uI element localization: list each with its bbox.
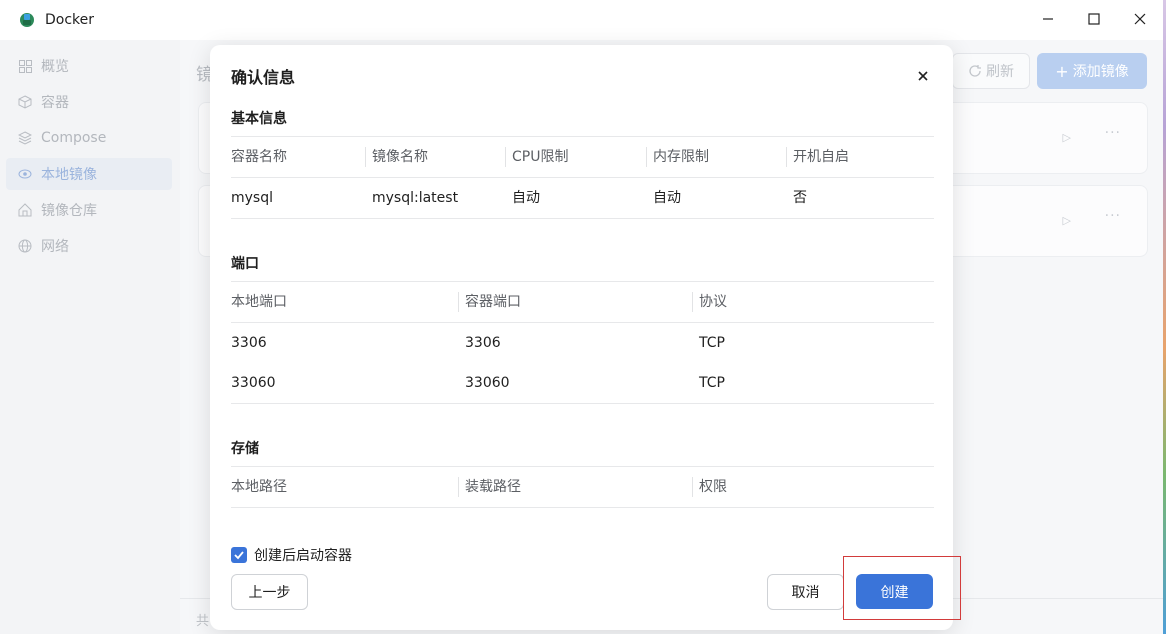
storage-table: 本地路径 装载路径 权限	[231, 466, 934, 508]
close-icon	[918, 71, 928, 81]
play-icon[interactable]: ▷	[1063, 214, 1071, 227]
sidebar: 概览 容器 Compose 本地镜像 镜像仓库 网络	[0, 40, 180, 634]
start-after-create-option[interactable]: 创建后启动容器	[231, 545, 352, 565]
table-cell: 自动	[653, 190, 681, 206]
sidebar-item-image-registry[interactable]: 镜像仓库	[6, 194, 172, 226]
docker-app-icon	[20, 13, 34, 27]
globe-icon	[18, 239, 32, 253]
maximize-icon	[1088, 13, 1100, 25]
refresh-label: 刷新	[986, 64, 1014, 80]
eye-icon	[18, 167, 32, 181]
table-header-row: 本地路径 装载路径 权限	[231, 466, 934, 508]
table-row: 3306 3306 TCP	[231, 323, 934, 363]
sidebar-item-label: Compose	[41, 130, 107, 146]
window-title: Docker	[45, 12, 95, 28]
minimize-button[interactable]	[1033, 6, 1063, 32]
sidebar-item-label: 本地镜像	[41, 167, 97, 183]
table-cell: mysql:latest	[372, 190, 459, 206]
layers-icon	[18, 131, 32, 145]
add-image-label: 添加镜像	[1072, 64, 1129, 80]
table-cell: mysql	[231, 190, 273, 206]
grid-icon	[18, 59, 32, 73]
close-window-button[interactable]	[1125, 6, 1155, 32]
table-header: 协议	[692, 282, 727, 322]
maximize-button[interactable]	[1079, 6, 1109, 32]
plus-icon: +	[1055, 61, 1069, 81]
refresh-icon	[969, 65, 981, 77]
basic-info-table: 容器名称 镜像名称 CPU限制 内存限制 开机自启 mysql mysql:la…	[231, 136, 934, 219]
sidebar-item-containers[interactable]: 容器	[6, 86, 172, 118]
footer-count: 共	[196, 614, 210, 629]
table-header: 容器名称	[231, 149, 287, 165]
ports-table: 本地端口 容器端口 协议 3306 3306 TCP 33060 33060 T…	[231, 281, 934, 404]
cube-icon	[18, 95, 32, 109]
sidebar-item-overview[interactable]: 概览	[6, 50, 172, 82]
table-header: 本地端口	[231, 294, 287, 310]
sidebar-item-label: 容器	[41, 95, 69, 111]
table-cell: TCP	[699, 375, 725, 391]
title-bar: Docker	[0, 0, 1163, 40]
table-header: 镜像名称	[365, 137, 428, 177]
check-icon	[234, 551, 244, 560]
minimize-icon	[1043, 18, 1053, 20]
section-title-storage: 存储	[231, 441, 259, 457]
more-icon[interactable]: ···	[1105, 208, 1121, 224]
previous-step-button[interactable]: 上一步	[231, 574, 308, 610]
table-header-row: 本地端口 容器端口 协议	[231, 281, 934, 323]
table-header: CPU限制	[504, 137, 568, 177]
sidebar-item-label: 镜像仓库	[41, 203, 97, 219]
close-icon	[1134, 13, 1146, 25]
table-row: mysql mysql:latest 自动 自动 否	[231, 178, 934, 219]
table-header: 开机自启	[786, 137, 849, 177]
dialog-close-button[interactable]	[912, 65, 934, 87]
table-cell: 33060	[465, 375, 510, 391]
dialog-title: 确认信息	[231, 68, 296, 87]
house-icon	[18, 203, 32, 217]
table-cell: 3306	[231, 335, 267, 351]
play-icon[interactable]: ▷	[1063, 131, 1071, 144]
table-cell: 否	[793, 190, 807, 206]
table-cell: 3306	[465, 335, 501, 351]
section-title-ports: 端口	[231, 256, 259, 272]
table-header: 内存限制	[646, 137, 709, 177]
start-after-create-label: 创建后启动容器	[254, 548, 352, 564]
add-image-button[interactable]: + 添加镜像	[1037, 53, 1147, 89]
cancel-button[interactable]: 取消	[767, 574, 844, 610]
sidebar-item-network[interactable]: 网络	[6, 230, 172, 262]
table-cell: 自动	[512, 190, 540, 206]
sidebar-item-compose[interactable]: Compose	[6, 122, 172, 154]
sidebar-item-local-images[interactable]: 本地镜像	[6, 158, 172, 190]
highlight-box	[843, 556, 961, 620]
table-header: 容器端口	[458, 282, 521, 322]
table-header-row: 容器名称 镜像名称 CPU限制 内存限制 开机自启	[231, 136, 934, 178]
table-header: 装载路径	[458, 467, 521, 507]
sidebar-item-label: 概览	[41, 59, 69, 75]
table-row: 33060 33060 TCP	[231, 363, 934, 404]
confirm-dialog: 确认信息 基本信息 容器名称 镜像名称 CPU限制 内存限制 开机自启 mysq…	[210, 45, 953, 630]
table-cell: TCP	[699, 335, 725, 351]
refresh-button[interactable]: 刷新	[952, 53, 1030, 89]
table-header: 本地路径	[231, 479, 287, 495]
start-after-create-checkbox[interactable]	[231, 547, 247, 563]
table-header: 权限	[692, 467, 727, 507]
section-title-basic: 基本信息	[231, 111, 287, 127]
sidebar-item-label: 网络	[41, 239, 69, 255]
table-cell: 33060	[231, 375, 276, 391]
more-icon[interactable]: ···	[1105, 125, 1121, 141]
